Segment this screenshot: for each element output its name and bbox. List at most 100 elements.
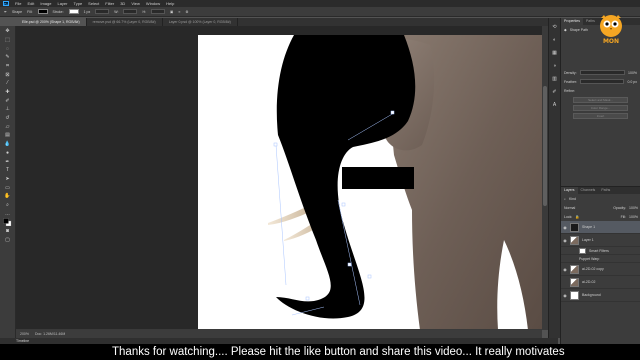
stroke-label: Stroke:: [52, 9, 64, 14]
tab-layers[interactable]: Layers: [561, 187, 578, 194]
eye-icon[interactable]: ◉: [563, 293, 567, 298]
gear-icon[interactable]: ⚙: [185, 10, 188, 14]
color-icon[interactable]: ◐: [551, 37, 558, 44]
marquee-tool-icon[interactable]: ⬚: [3, 36, 12, 43]
doc-size[interactable]: Doc: 1.26M/11.46M: [35, 332, 65, 336]
lasso-tool-icon[interactable]: ◌: [3, 45, 12, 52]
menu-window[interactable]: Window: [146, 1, 160, 6]
brush-tool-icon[interactable]: ✐: [3, 97, 12, 104]
path-select-tool-icon[interactable]: ➤: [3, 175, 12, 182]
brush-settings-icon[interactable]: ✐: [551, 89, 558, 96]
character-icon[interactable]: A: [551, 102, 558, 109]
document-canvas[interactable]: [198, 35, 542, 330]
puppet-warp-row[interactable]: Puppet Warp: [561, 255, 640, 263]
menu-image[interactable]: Image: [40, 1, 51, 6]
menu-view[interactable]: View: [131, 1, 140, 6]
blur-tool-icon[interactable]: 💧: [3, 141, 12, 148]
layer-name: ai-2D-02: [582, 280, 596, 284]
vertical-scroll-thumb[interactable]: [543, 86, 547, 206]
layer-thumbnail: [570, 277, 579, 287]
layer-filter-row: ⌕ Kind: [561, 194, 640, 203]
density-slider[interactable]: [579, 70, 626, 75]
select-and-mask-button[interactable]: Select and Mask...: [573, 97, 628, 103]
history-brush-tool-icon[interactable]: ↺: [3, 115, 12, 122]
path-operations-icon[interactable]: ▣: [170, 10, 173, 14]
layer-background[interactable]: ◉ Background: [561, 289, 640, 302]
swatches-icon[interactable]: ▦: [551, 50, 558, 57]
gradient-tool-icon[interactable]: ▤: [3, 132, 12, 139]
watermark-text: MON: [602, 38, 620, 45]
eraser-tool-icon[interactable]: ▱: [3, 123, 12, 130]
color-range-button[interactable]: Color Range...: [573, 105, 628, 111]
menu-layer[interactable]: Layer: [57, 1, 67, 6]
menu-3d[interactable]: 3D: [120, 1, 125, 6]
canvas-area[interactable]: [16, 26, 542, 330]
quick-mask-icon[interactable]: ◙: [3, 228, 12, 235]
lock-icon[interactable]: 🔒: [575, 215, 579, 219]
fill-value[interactable]: 100%: [629, 215, 638, 219]
layer-filter-kind[interactable]: Kind: [569, 197, 576, 201]
tool-mode-select[interactable]: Shape: [12, 10, 22, 14]
lock-row: Lock: 🔒 Fill: 100%: [561, 212, 640, 221]
libraries-icon[interactable]: ▥: [551, 76, 558, 83]
zoom-tool-icon[interactable]: ⌕: [3, 201, 12, 208]
tab-paths[interactable]: Paths: [598, 187, 613, 194]
screen-mode-icon[interactable]: ▢: [3, 236, 12, 243]
eye-icon[interactable]: ◉: [563, 238, 567, 243]
adjustments-icon[interactable]: ◑: [551, 63, 558, 70]
path-alignment-icon[interactable]: ≡: [178, 10, 180, 14]
opacity-value[interactable]: 100%: [629, 206, 638, 210]
feather-slider[interactable]: [580, 79, 625, 84]
menu-file[interactable]: File: [15, 1, 21, 6]
tab-channels[interactable]: Channels: [578, 187, 599, 194]
layer-ai-copy[interactable]: ◉ ai-2D-02 copy: [561, 263, 640, 276]
pen-tool-icon[interactable]: ✒: [3, 158, 12, 165]
dodge-tool-icon[interactable]: ●: [3, 149, 12, 156]
layer-shape-1[interactable]: ◉ Shape 1: [561, 221, 640, 234]
hand-tool-icon[interactable]: ✋: [3, 193, 12, 200]
color-swatches-icon[interactable]: [3, 218, 12, 227]
eye-icon[interactable]: ◉: [563, 267, 567, 272]
shape-tool-icon[interactable]: ▭: [3, 184, 12, 191]
refine-label: Refine:: [564, 88, 576, 93]
crop-tool-icon[interactable]: ⌗: [3, 62, 12, 69]
tab-elle[interactable]: Elle.psd @ 200% (Shape 1, RGB/8#): [16, 18, 87, 26]
type-tool-icon[interactable]: T: [3, 167, 12, 174]
pen-tool-icon[interactable]: ✒: [4, 10, 7, 14]
stroke-type-field[interactable]: [95, 9, 110, 14]
healing-brush-tool-icon[interactable]: ✚: [3, 89, 12, 96]
layer-name: ai-2D-02 copy: [582, 267, 604, 271]
layer-ai[interactable]: ai-2D-02: [561, 276, 640, 289]
more-tools-icon[interactable]: …: [3, 210, 12, 217]
width-field[interactable]: [123, 9, 138, 14]
move-tool-icon[interactable]: ✥: [3, 28, 12, 35]
tab-remove[interactable]: remove.psd @ 66.7% (Layer 0, RGB/8#): [87, 18, 163, 26]
density-value[interactable]: 100%: [628, 71, 637, 75]
menu-edit[interactable]: Edit: [27, 1, 34, 6]
stroke-size[interactable]: 1 px: [84, 10, 91, 14]
layer-layer-1[interactable]: ◉ Layer 1: [561, 234, 640, 247]
eye-icon[interactable]: ◉: [563, 225, 567, 230]
menu-select[interactable]: Select: [88, 1, 99, 6]
tab-layer0[interactable]: Layer 0.psd @ 100% (Layer 0, RGB/8#): [163, 18, 238, 26]
smart-filters-label: Smart Filters: [589, 248, 609, 253]
trunk-shape[interactable]: [276, 35, 416, 319]
menu-type[interactable]: Type: [74, 1, 83, 6]
menu-help[interactable]: Help: [166, 1, 174, 6]
menu-filter[interactable]: Filter: [105, 1, 114, 6]
eyedropper-tool-icon[interactable]: ⁄: [3, 80, 12, 87]
tab-properties[interactable]: Properties: [561, 18, 583, 25]
quick-select-tool-icon[interactable]: ✎: [3, 54, 12, 61]
clone-stamp-tool-icon[interactable]: ⊥: [3, 106, 12, 113]
history-icon[interactable]: ⟲: [551, 24, 558, 31]
height-field[interactable]: [150, 9, 165, 14]
frame-tool-icon[interactable]: ⊠: [3, 71, 12, 78]
blend-mode-select[interactable]: Normal: [564, 206, 575, 210]
feather-value[interactable]: 0.0 px: [627, 80, 637, 84]
filter-mask-thumbnail: [579, 247, 586, 254]
zoom-level[interactable]: 200%: [20, 332, 29, 336]
stroke-swatch[interactable]: [68, 9, 79, 14]
fill-swatch[interactable]: [37, 9, 48, 14]
smart-filters-row[interactable]: Smart Filters: [561, 247, 640, 255]
invert-button[interactable]: Invert: [573, 113, 628, 119]
